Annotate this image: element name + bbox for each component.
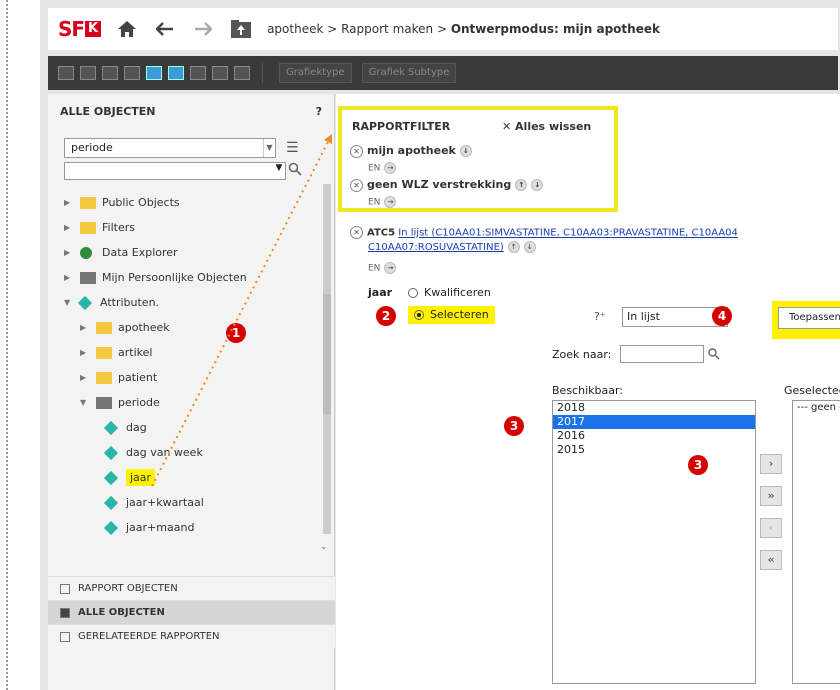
page-margin-guide [6, 0, 8, 690]
drag-arrow-line [151, 137, 331, 487]
drag-arrow [151, 134, 332, 487]
app-frame: SF K apotheek > Rapport maken > Ontwerpmo… [40, 0, 840, 690]
